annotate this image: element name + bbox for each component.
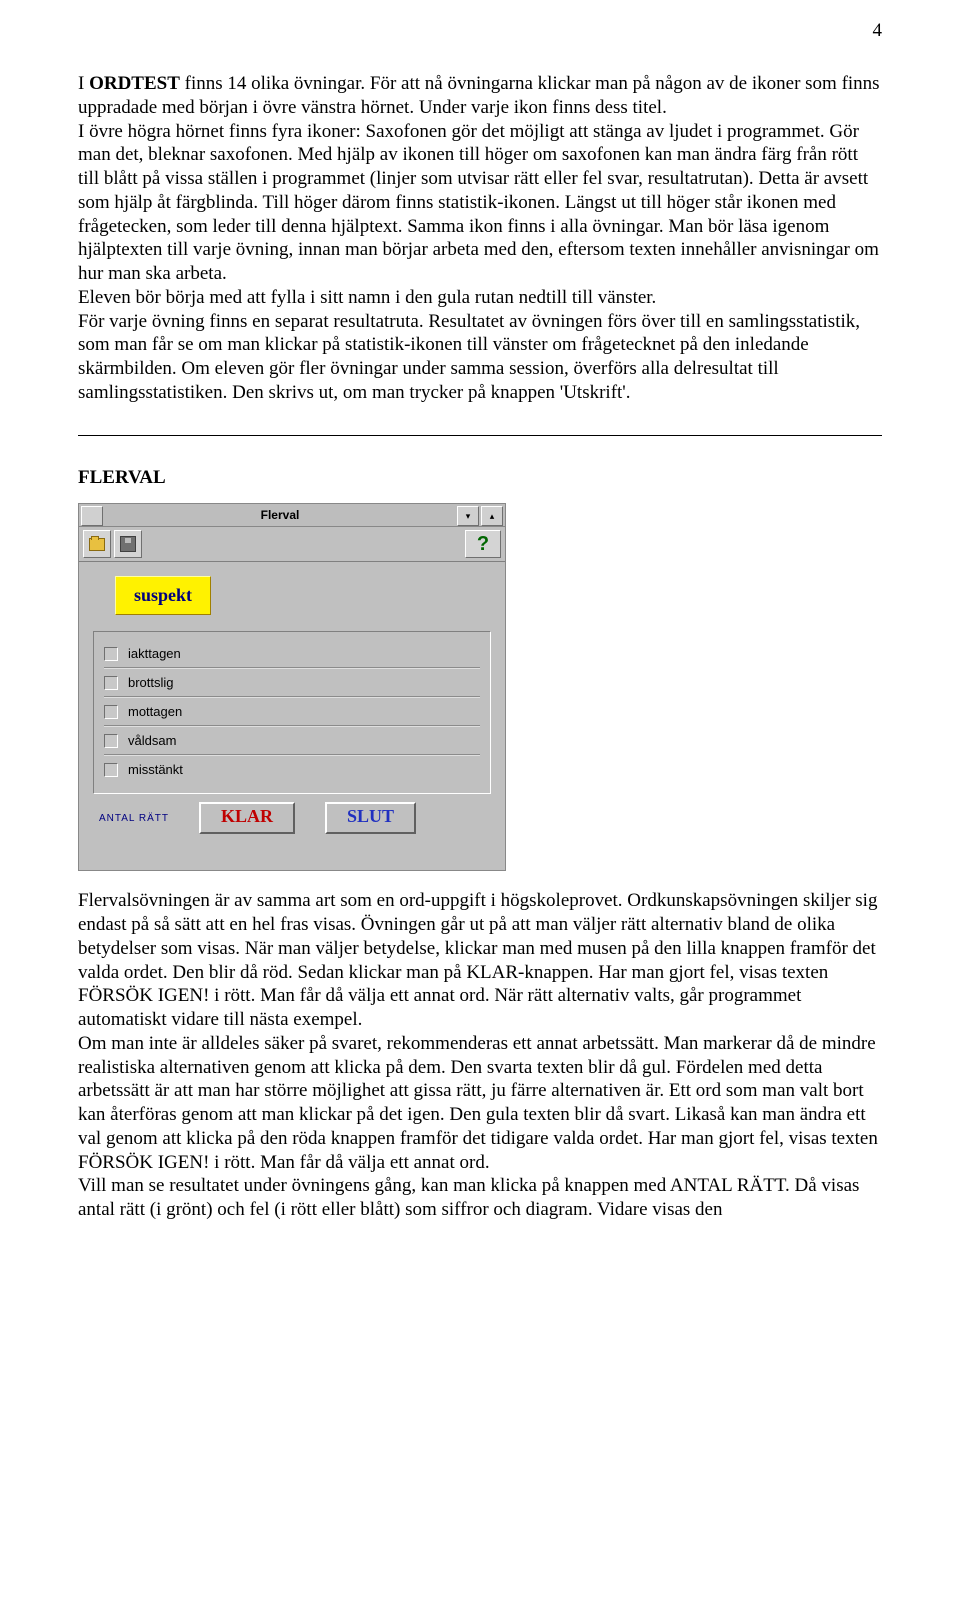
- radio-icon[interactable]: [104, 734, 118, 748]
- flerval-paragraph-1: Flervalsövningen är av samma art som en …: [78, 889, 882, 1032]
- intro-paragraph-3: Eleven bör börja med att fylla i sitt na…: [78, 286, 882, 310]
- intro-paragraph-4: För varje övning finns en separat result…: [78, 310, 882, 405]
- flerval-app-window: Flerval ▾ ▴ ? suspekt iakttagen brottsli…: [78, 503, 506, 871]
- option-row[interactable]: mottagen: [104, 698, 480, 727]
- option-row[interactable]: misstänkt: [104, 756, 480, 783]
- prompt-word: suspekt: [115, 576, 211, 615]
- disk-icon: [120, 536, 136, 552]
- titlebar: Flerval ▾ ▴: [79, 504, 505, 527]
- intro-prefix: I: [78, 73, 89, 94]
- options-panel: iakttagen brottslig mottagen våldsam mis…: [93, 631, 491, 794]
- help-button[interactable]: ?: [465, 530, 501, 558]
- option-label: mottagen: [128, 704, 182, 719]
- toolbar: ?: [79, 527, 505, 562]
- divider: [78, 435, 882, 436]
- option-label: misstänkt: [128, 762, 183, 777]
- client-area: suspekt iakttagen brottslig mottagen vål…: [79, 562, 505, 834]
- option-label: våldsam: [128, 733, 176, 748]
- option-row[interactable]: brottslig: [104, 669, 480, 698]
- minimize-button[interactable]: ▾: [457, 506, 479, 526]
- save-button[interactable]: [114, 530, 142, 558]
- score-button[interactable]: ANTAL RÄTT: [99, 813, 169, 824]
- flerval-paragraph-3: Vill man se resultatet under övningens g…: [78, 1174, 882, 1222]
- bottom-row: ANTAL RÄTT KLAR SLUT: [93, 794, 491, 834]
- document-page: 4 I ORDTEST finns 14 olika övningar. För…: [0, 0, 960, 1252]
- radio-icon[interactable]: [104, 676, 118, 690]
- radio-icon[interactable]: [104, 763, 118, 777]
- intro-paragraph-1: I ORDTEST finns 14 olika övningar. För a…: [78, 72, 882, 120]
- radio-icon[interactable]: [104, 705, 118, 719]
- folder-icon: [89, 538, 105, 551]
- window-title: Flerval: [103, 508, 457, 522]
- intro-after-bold: finns 14 olika övningar. För att nå övni…: [78, 73, 880, 118]
- section-heading-flerval: FLERVAL: [78, 466, 882, 490]
- intro-bold-ordtest: ORDTEST: [89, 73, 180, 94]
- maximize-button[interactable]: ▴: [481, 506, 503, 526]
- option-label: iakttagen: [128, 646, 181, 661]
- option-row[interactable]: iakttagen: [104, 640, 480, 669]
- flerval-paragraph-2: Om man inte är alldeles säker på svaret,…: [78, 1032, 882, 1175]
- page-number: 4: [78, 20, 882, 42]
- option-row[interactable]: våldsam: [104, 727, 480, 756]
- radio-icon[interactable]: [104, 647, 118, 661]
- option-label: brottslig: [128, 675, 174, 690]
- klar-button[interactable]: KLAR: [199, 802, 295, 834]
- slut-button[interactable]: SLUT: [325, 802, 416, 834]
- help-icon: ?: [477, 533, 489, 556]
- intro-paragraph-2: I övre högra hörnet finns fyra ikoner: S…: [78, 120, 882, 286]
- system-menu-icon[interactable]: [81, 506, 103, 526]
- open-button[interactable]: [83, 530, 111, 558]
